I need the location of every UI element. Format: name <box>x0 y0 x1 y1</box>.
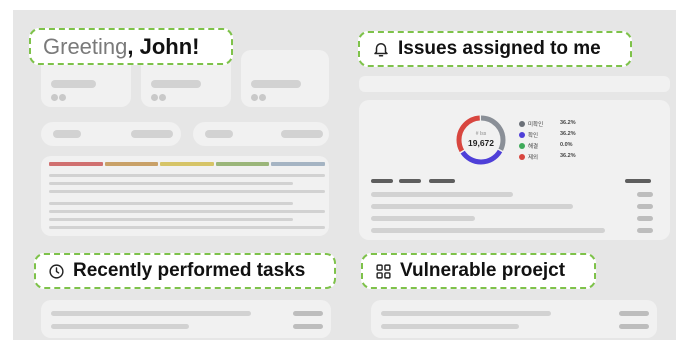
skeleton-line <box>49 210 325 213</box>
tab-indicator[interactable] <box>399 179 421 183</box>
stat-card[interactable] <box>241 50 329 107</box>
bell-icon <box>372 40 390 58</box>
skeleton-line <box>205 130 233 138</box>
skeleton-line <box>49 190 325 193</box>
skeleton-line <box>49 174 325 177</box>
skeleton-pill <box>619 311 649 316</box>
skeleton-dot <box>151 94 158 101</box>
skeleton-line <box>49 182 293 185</box>
skeleton-line <box>381 311 551 316</box>
circle-dot-icon <box>519 121 525 127</box>
skeleton-line <box>381 324 519 329</box>
recent-tasks-title: Recently performed tasks <box>73 260 306 281</box>
issues-header-bar <box>359 76 670 92</box>
vulnerable-project-panel <box>371 300 657 338</box>
legend-label: 제외 <box>528 155 539 161</box>
skeleton-dot <box>251 94 258 101</box>
vulnerable-project-heading: Vulnerable proejct <box>361 253 596 289</box>
skeleton-line <box>371 192 513 197</box>
donut-caption: # Iss <box>475 131 487 137</box>
skeleton-pill <box>293 324 323 329</box>
skeleton-pill <box>637 228 653 233</box>
greeting-heading: Greeting, John! <box>29 28 233 65</box>
donut-total: 19,672 <box>468 138 494 148</box>
filter-pill[interactable] <box>41 122 181 146</box>
filter-pill[interactable] <box>193 122 329 146</box>
skeleton-pill <box>619 324 649 329</box>
legend-item: 해결 <box>519 142 538 150</box>
skeleton-line <box>281 130 323 138</box>
legend-item: 확인 <box>519 131 538 139</box>
skeleton-dot <box>259 94 266 101</box>
skeleton-pill <box>637 204 653 209</box>
legend-value: 36.2% <box>560 120 576 126</box>
legend-value: 36.2% <box>560 131 576 137</box>
progress-bar <box>49 162 325 166</box>
skeleton-line <box>49 202 293 205</box>
grid-icon <box>375 263 392 280</box>
skeleton-pill <box>293 311 323 316</box>
skeleton-line <box>371 228 605 233</box>
recent-tasks-heading: Recently performed tasks <box>34 253 336 289</box>
check-icon <box>519 143 525 149</box>
donut-center: # Iss 19,672 <box>453 131 509 148</box>
skeleton-line <box>371 204 573 209</box>
issues-assigned-heading: Issues assigned to me <box>358 31 632 67</box>
skeleton-dot <box>51 94 58 101</box>
skeleton-line <box>53 130 81 138</box>
greeting-name: , John! <box>127 33 200 59</box>
skeleton-line <box>49 226 325 229</box>
clock-icon <box>48 263 65 280</box>
skeleton-dot <box>59 94 66 101</box>
issues-panel: # Iss 19,672 미확인 36.2% 확인 36.2% 해결 0.0% … <box>359 100 670 240</box>
progress-segment <box>49 162 103 166</box>
progress-segment <box>160 162 214 166</box>
greeting-prefix: Greeting <box>43 33 128 59</box>
progress-segment <box>271 162 325 166</box>
recent-tasks-panel <box>41 300 331 338</box>
legend-label: 미확인 <box>528 122 544 128</box>
vulnerable-project-title: Vulnerable proejct <box>400 260 566 281</box>
skeleton-dot <box>159 94 166 101</box>
legend-label: 확인 <box>528 133 539 139</box>
skeleton-line <box>371 216 475 221</box>
skeleton-pill <box>637 192 653 197</box>
skeleton-line <box>251 80 301 88</box>
legend-item: 제외 <box>519 153 538 161</box>
skeleton-line <box>51 311 251 316</box>
skeleton-line <box>51 324 189 329</box>
skeleton-line <box>131 130 173 138</box>
x-icon <box>519 154 525 160</box>
skeleton-line <box>51 80 96 88</box>
legend-item: 미확인 <box>519 120 543 128</box>
tab-indicator[interactable] <box>625 179 651 183</box>
legend-value: 0.0% <box>560 142 573 148</box>
skeleton-pill <box>637 216 653 221</box>
legend-label: 해결 <box>528 144 539 150</box>
skeleton-line <box>49 218 293 221</box>
legend-value: 36.2% <box>560 153 576 159</box>
tab-indicator[interactable] <box>429 179 455 183</box>
progress-segment <box>104 162 159 166</box>
task-progress-panel <box>41 156 329 236</box>
info-icon <box>519 132 525 138</box>
tab-indicator[interactable] <box>371 179 393 183</box>
issues-assigned-title: Issues assigned to me <box>398 38 601 59</box>
skeleton-line <box>151 80 201 88</box>
progress-segment <box>215 162 270 166</box>
